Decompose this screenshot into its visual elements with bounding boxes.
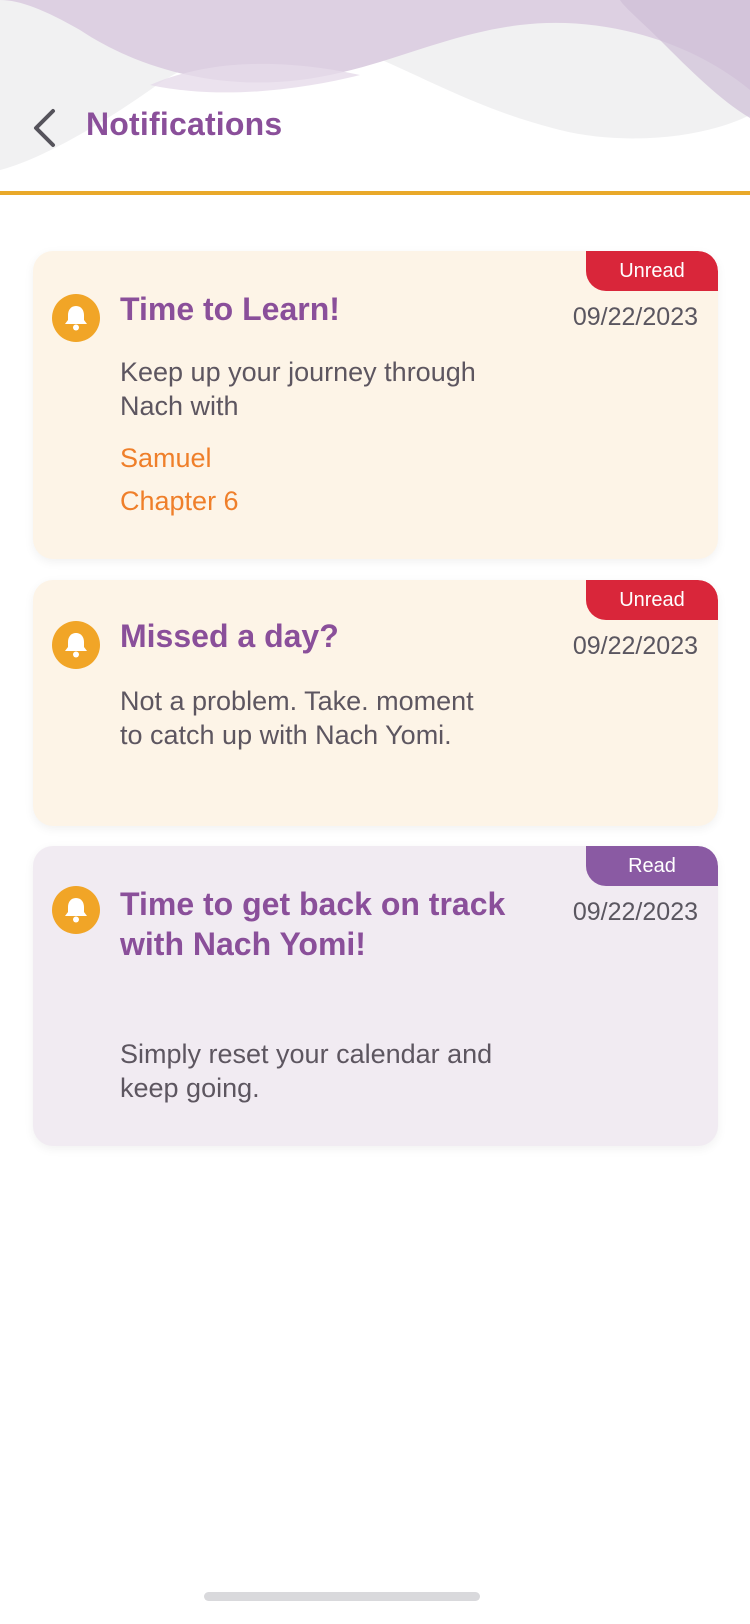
- chevron-left-icon: [31, 108, 57, 153]
- book-link[interactable]: Samuel: [120, 441, 212, 475]
- notification-card[interactable]: Unread Missed a day? 09/22/2023 Not a pr…: [33, 580, 718, 826]
- header-divider: [0, 191, 750, 195]
- notification-title: Time to get back on track with Nach Yomi…: [120, 886, 506, 962]
- bell-icon: [52, 886, 100, 934]
- status-badge: Unread: [586, 251, 718, 291]
- notification-body: Simply reset your calendar and keep goin…: [120, 1039, 493, 1103]
- back-button[interactable]: [24, 106, 64, 154]
- bell-icon: [52, 621, 100, 669]
- notification-card[interactable]: Unread Time to Learn! 09/22/2023 Keep up…: [33, 251, 718, 559]
- notification-date: 09/22/2023: [572, 898, 698, 926]
- notification-body: Keep up your journey through Nach with: [120, 357, 476, 421]
- top-bar: Notifications: [0, 0, 750, 196]
- chapter-link[interactable]: Chapter 6: [120, 484, 239, 518]
- status-badge: Read: [586, 846, 718, 886]
- notification-title: Missed a day?: [120, 618, 339, 654]
- home-indicator[interactable]: [204, 1592, 480, 1601]
- notification-card[interactable]: Read Time to get back on track with Nach…: [33, 846, 718, 1146]
- notification-date: 09/22/2023: [572, 303, 698, 331]
- bell-icon: [52, 294, 100, 342]
- notification-date: 09/22/2023: [572, 632, 698, 660]
- notification-title: Time to Learn!: [120, 291, 340, 327]
- status-badge: Unread: [586, 580, 718, 620]
- notification-body: Not a problem. Take. moment to catch up …: [120, 686, 474, 750]
- page-title: Notifications: [86, 106, 283, 142]
